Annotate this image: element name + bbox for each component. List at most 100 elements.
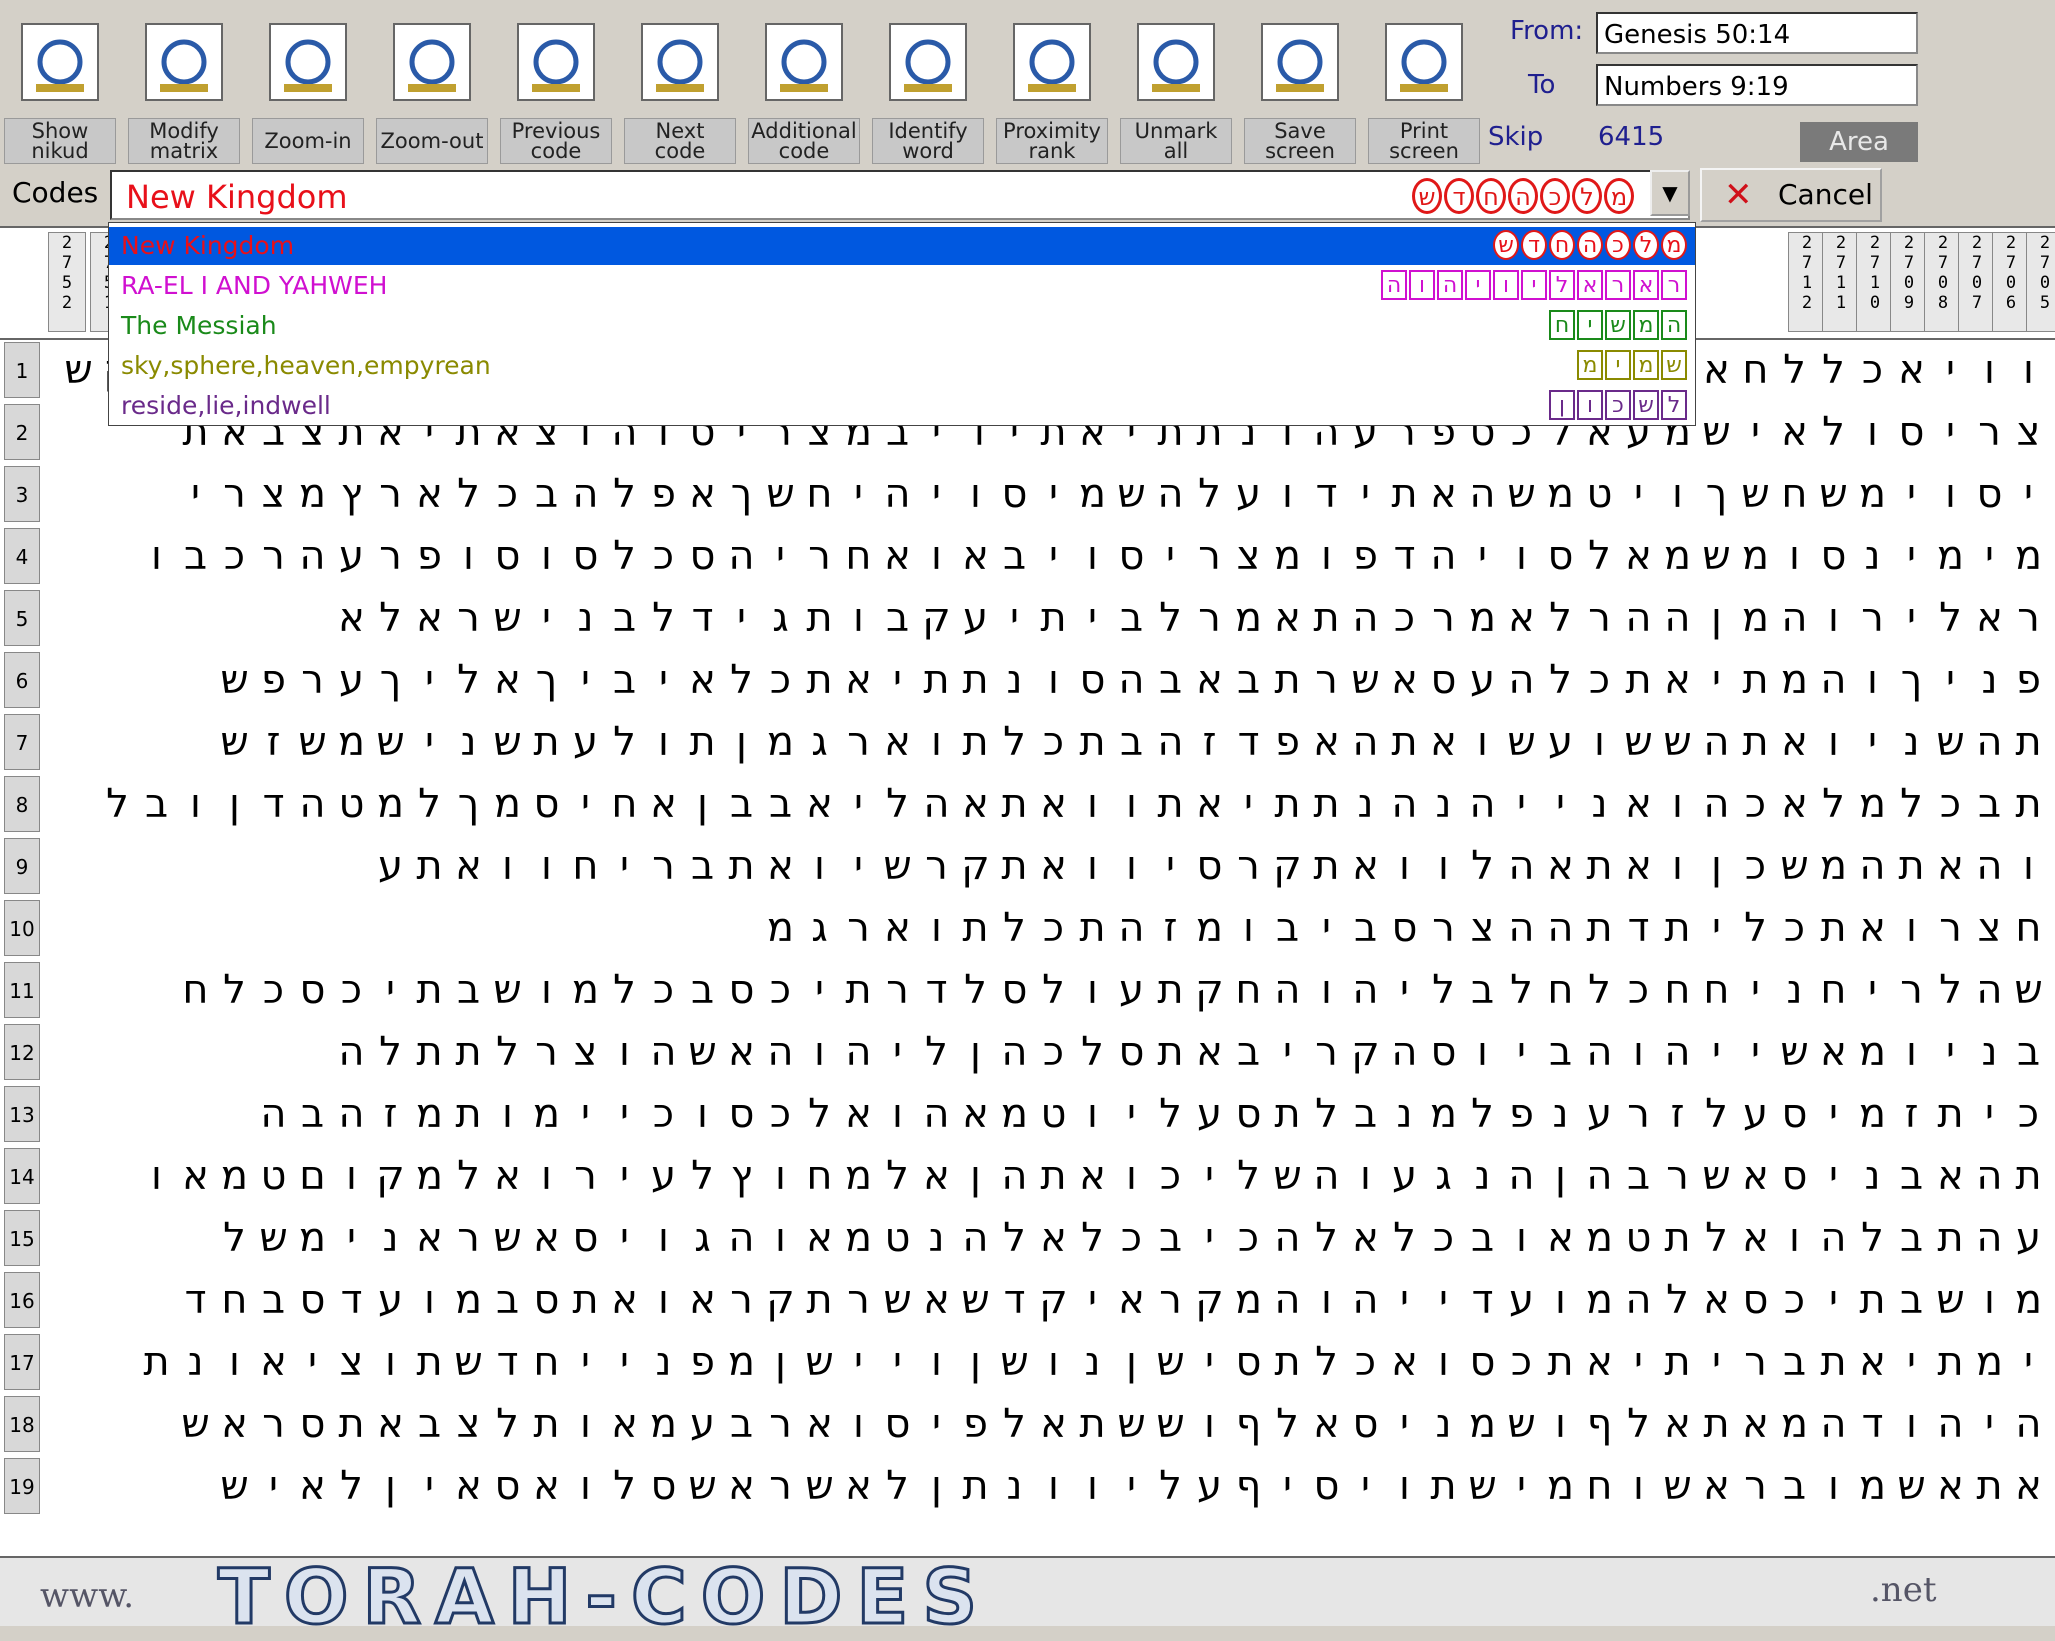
matrix-letter[interactable]: ת xyxy=(1931,1332,1970,1392)
matrix-letter[interactable]: ב xyxy=(1892,1208,1931,1268)
matrix-letter[interactable]: ע xyxy=(1736,1084,1775,1144)
matrix-letter[interactable]: ו xyxy=(1814,1456,1853,1516)
matrix-letter[interactable]: י xyxy=(722,588,761,648)
matrix-letter[interactable]: א xyxy=(605,1270,644,1330)
matrix-letter[interactable]: ש xyxy=(488,588,527,648)
matrix-letter[interactable]: ת xyxy=(527,1394,566,1454)
matrix-letter[interactable]: ל xyxy=(878,774,917,834)
matrix-letter[interactable]: כ xyxy=(1034,1022,1073,1082)
matrix-letter[interactable]: ל xyxy=(371,1022,410,1082)
matrix-letter[interactable]: פ xyxy=(254,650,293,710)
matrix-letter[interactable]: מ xyxy=(527,1084,566,1144)
matrix-letter[interactable]: א xyxy=(1424,464,1463,524)
matrix-letter[interactable]: ה xyxy=(1931,1394,1970,1454)
matrix-letter[interactable]: א xyxy=(1619,836,1658,896)
matrix-letter[interactable]: ל xyxy=(605,464,644,524)
matrix-letter[interactable]: י xyxy=(605,1208,644,1268)
matrix-letter[interactable]: ו xyxy=(1814,588,1853,648)
matrix-letter[interactable]: ת xyxy=(566,1270,605,1330)
matrix-letter[interactable]: ו xyxy=(371,1332,410,1392)
matrix-letter[interactable]: ש xyxy=(176,1394,215,1454)
matrix-letter[interactable]: י xyxy=(1970,1084,2009,1144)
matrix-letter[interactable]: ב xyxy=(1112,588,1151,648)
matrix-letter[interactable]: ר xyxy=(1307,1022,1346,1082)
matrix-letter[interactable]: ו xyxy=(761,1208,800,1268)
matrix-letter[interactable]: ב xyxy=(1892,1146,1931,1206)
matrix-letter[interactable]: ס xyxy=(995,464,1034,524)
matrix-letter[interactable]: י xyxy=(605,1332,644,1392)
matrix-letter[interactable]: ש xyxy=(956,1270,995,1330)
matrix-letter[interactable]: ו xyxy=(566,1394,605,1454)
matrix-letter[interactable]: כ xyxy=(761,1084,800,1144)
matrix-letter[interactable]: ס xyxy=(644,1456,683,1516)
matrix-letter[interactable]: ת xyxy=(1658,898,1697,958)
matrix-letter[interactable]: ך xyxy=(527,650,566,710)
matrix-letter[interactable]: נ xyxy=(1853,1146,1892,1206)
matrix-letter[interactable]: ת xyxy=(956,898,995,958)
matrix-letter[interactable]: א xyxy=(1268,588,1307,648)
matrix-letter[interactable]: מ xyxy=(2009,1270,2048,1330)
matrix-letter[interactable]: ש xyxy=(488,1208,527,1268)
matrix-letter[interactable]: ת xyxy=(956,712,995,772)
matrix-letter[interactable]: מ xyxy=(371,774,410,834)
matrix-letter[interactable]: א xyxy=(1034,1208,1073,1268)
matrix-letter[interactable]: ץ xyxy=(722,1146,761,1206)
matrix-letter[interactable]: ן xyxy=(1697,588,1736,648)
matrix-letter[interactable]: א xyxy=(1775,774,1814,834)
matrix-letter[interactable]: ו xyxy=(566,1456,605,1516)
matrix-letter[interactable]: י xyxy=(605,836,644,896)
matrix-letter[interactable]: ד xyxy=(176,1270,215,1330)
matrix-letter[interactable]: כ xyxy=(1853,340,1892,400)
matrix-letter[interactable]: ש xyxy=(1892,1456,1931,1516)
matrix-letter[interactable]: ו xyxy=(644,712,683,772)
matrix-letter[interactable]: ד xyxy=(1619,898,1658,958)
matrix-letter[interactable]: ר xyxy=(800,526,839,586)
matrix-letter[interactable]: ב xyxy=(605,650,644,710)
matrix-letter[interactable]: מ xyxy=(1853,1084,1892,1144)
matrix-letter[interactable]: ש xyxy=(878,836,917,896)
matrix-letter[interactable]: י xyxy=(839,836,878,896)
matrix-letter[interactable]: ף xyxy=(1229,1394,1268,1454)
matrix-letter[interactable]: מ xyxy=(1580,1270,1619,1330)
matrix-letter[interactable]: ו xyxy=(1619,1456,1658,1516)
matrix-letter[interactable]: ר xyxy=(371,464,410,524)
identify-word-button[interactable]: Identify word xyxy=(868,6,988,164)
matrix-letter[interactable]: ו xyxy=(488,836,527,896)
matrix-letter[interactable]: ת xyxy=(1619,650,1658,710)
matrix-letter[interactable]: מ xyxy=(1541,1456,1580,1516)
matrix-letter[interactable]: ה xyxy=(839,1022,878,1082)
matrix-letter[interactable]: ש xyxy=(488,960,527,1020)
matrix-letter[interactable]: מ xyxy=(839,1208,878,1268)
matrix-letter[interactable]: י xyxy=(1619,464,1658,524)
matrix-letter[interactable]: ר xyxy=(1307,650,1346,710)
matrix-letter[interactable]: א xyxy=(1697,1270,1736,1330)
matrix-letter[interactable]: ז xyxy=(1151,898,1190,958)
matrix-letter[interactable]: ס xyxy=(722,960,761,1020)
matrix-letter[interactable]: ת xyxy=(410,836,449,896)
matrix-letter[interactable]: א xyxy=(683,650,722,710)
matrix-letter[interactable]: ו xyxy=(527,526,566,586)
matrix-letter[interactable]: א xyxy=(449,836,488,896)
matrix-letter[interactable]: י xyxy=(176,464,215,524)
matrix-letter[interactable]: ש xyxy=(1697,1146,1736,1206)
matrix-letter[interactable]: ת xyxy=(1073,712,1112,772)
matrix-letter[interactable]: א xyxy=(176,1146,215,1206)
matrix-letter[interactable]: ל xyxy=(488,1394,527,1454)
matrix-letter[interactable]: א xyxy=(410,588,449,648)
matrix-letter[interactable]: א xyxy=(215,1394,254,1454)
matrix-letter[interactable]: ס xyxy=(1463,1332,1502,1392)
matrix-letter[interactable]: א xyxy=(1541,836,1580,896)
matrix-letter[interactable]: ו xyxy=(683,1084,722,1144)
matrix-letter[interactable]: כ xyxy=(1112,1208,1151,1268)
matrix-letter[interactable]: א xyxy=(1034,836,1073,896)
matrix-letter[interactable]: י xyxy=(371,960,410,1020)
matrix-letter[interactable]: ן xyxy=(371,1456,410,1516)
matrix-letter[interactable]: ש xyxy=(215,1456,254,1516)
matrix-letter[interactable]: ס xyxy=(566,1208,605,1268)
matrix-letter[interactable]: מ xyxy=(293,1208,332,1268)
matrix-letter[interactable]: י xyxy=(1502,774,1541,834)
matrix-letter[interactable]: ר xyxy=(254,1394,293,1454)
matrix-letter[interactable]: ע xyxy=(332,526,371,586)
matrix-letter[interactable]: מ xyxy=(332,712,371,772)
matrix-letter[interactable]: ח xyxy=(176,960,215,1020)
